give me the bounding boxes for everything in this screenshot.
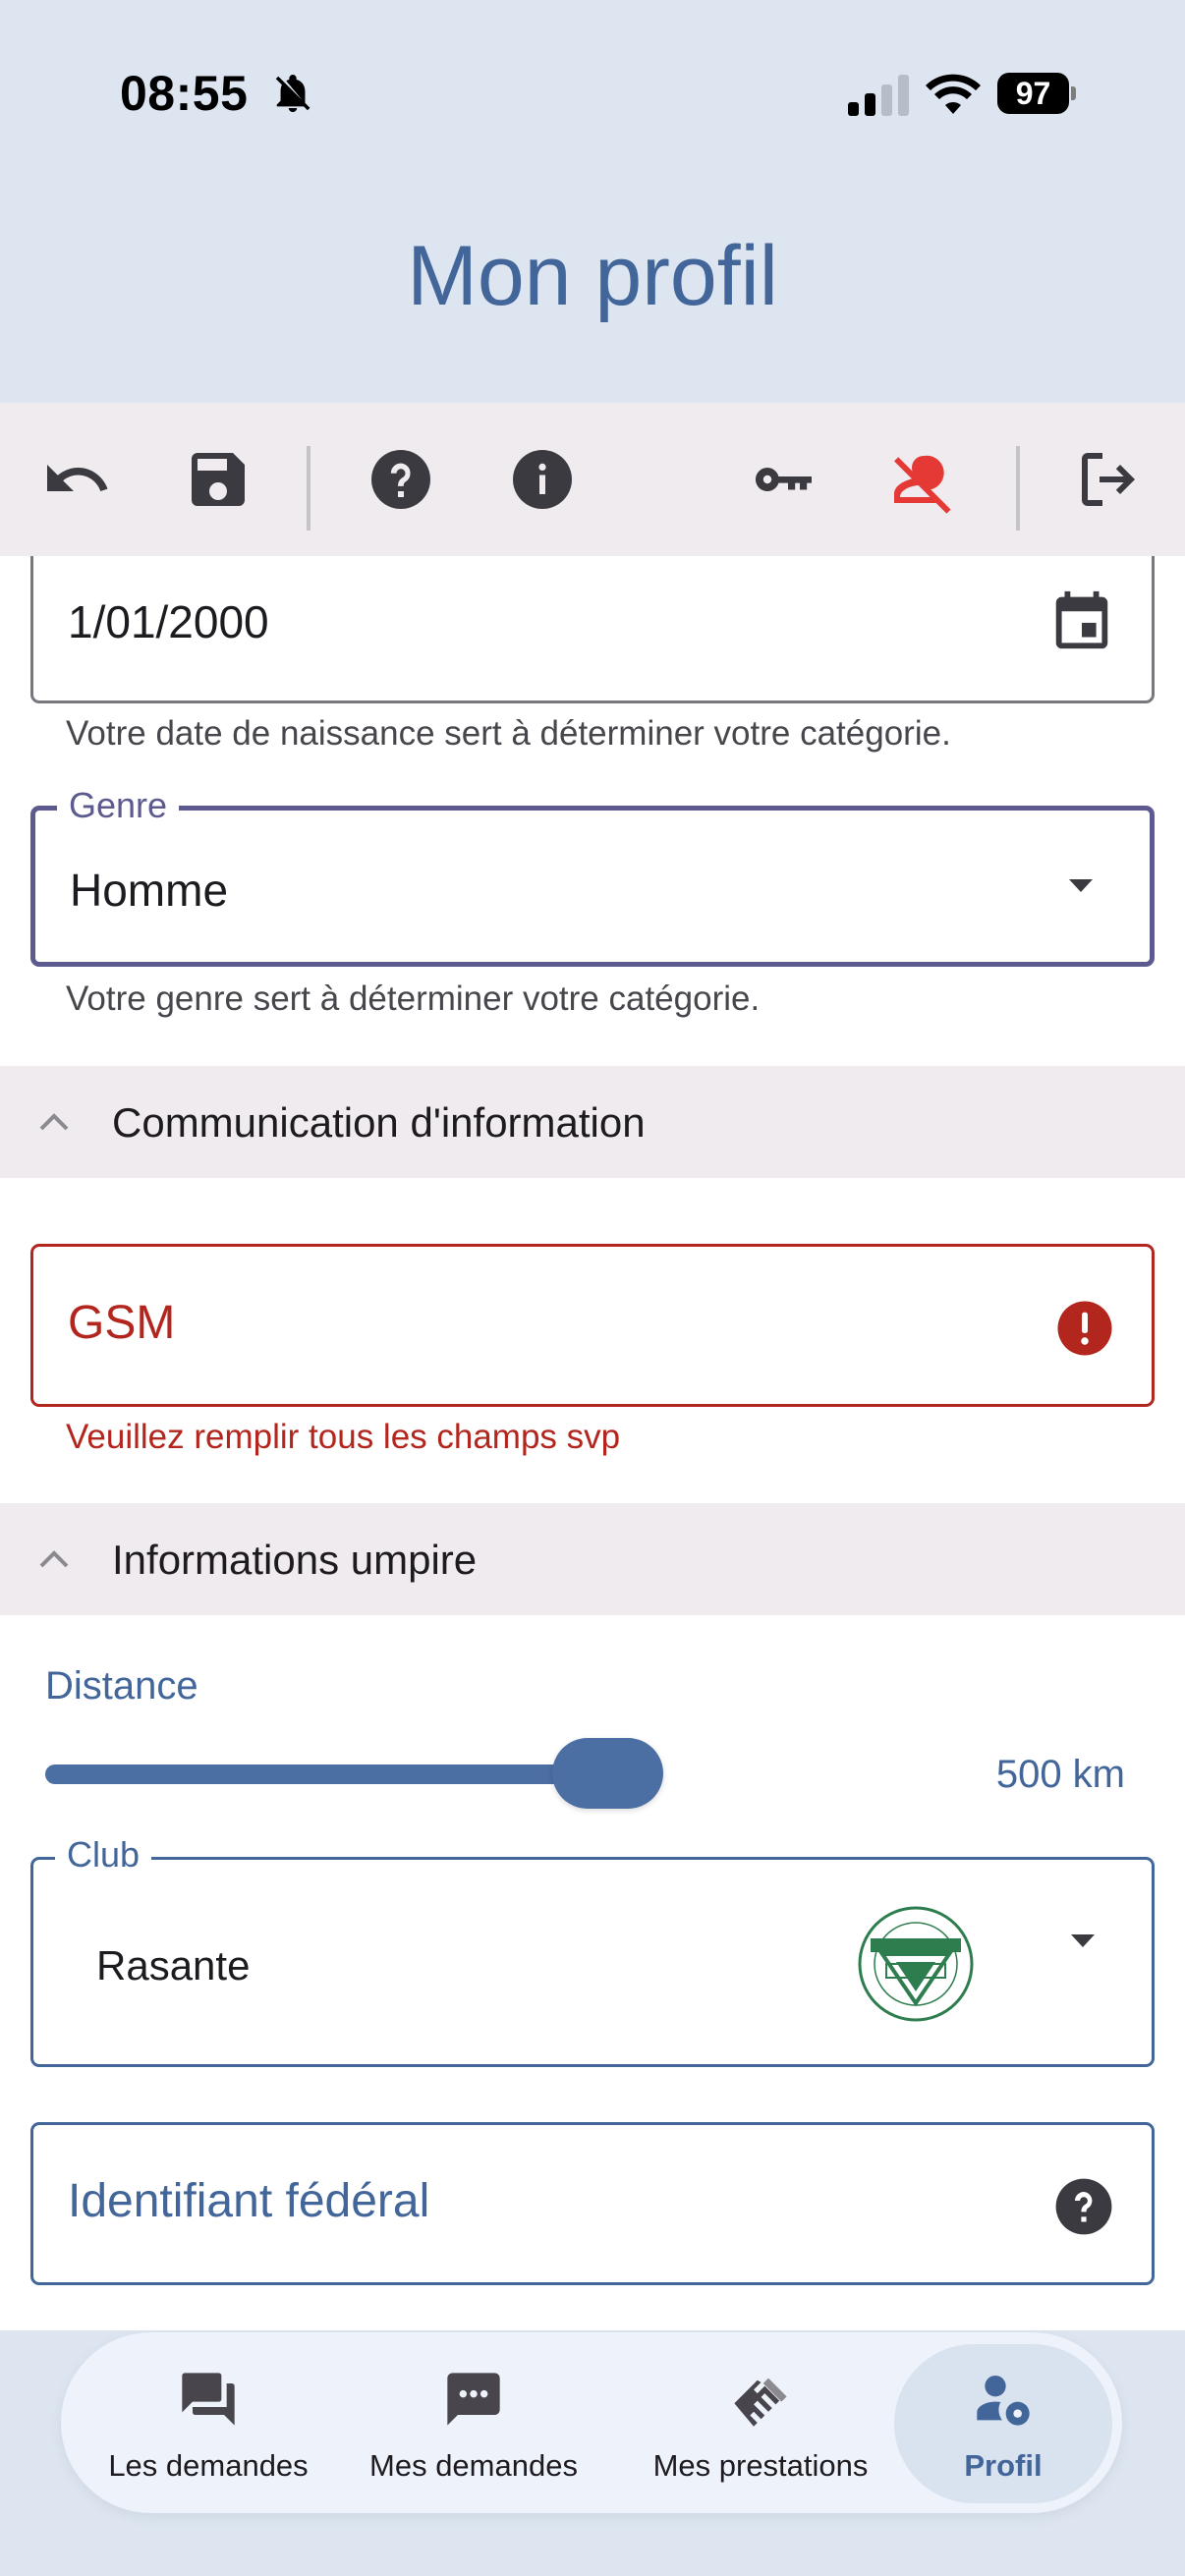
genre-value: Homme <box>70 865 229 916</box>
status-time: 08:55 <box>120 66 249 121</box>
undo-button[interactable] <box>41 444 112 515</box>
key-icon <box>755 467 812 491</box>
user-settings-icon <box>977 2376 1030 2426</box>
distance-value: 500 km <box>995 1753 1125 1796</box>
gsm-input[interactable]: GSM <box>30 1244 1155 1407</box>
club-value: Rasante <box>96 1942 251 1988</box>
club-select[interactable]: Club Rasante <box>30 1834 1155 2067</box>
battery-level: 97 <box>997 73 1069 114</box>
app-header: 08:55 97 Mon profil <box>0 0 1185 403</box>
nav-mes-demandes[interactable]: Mes demandes <box>356 2332 592 2513</box>
birthdate-value: 1/01/2000 <box>68 596 269 647</box>
genre-label: Genre <box>57 785 180 826</box>
save-button[interactable] <box>183 444 254 515</box>
battery-indicator: 97 <box>997 73 1076 114</box>
nav-mes-prestations[interactable]: Mes prestations <box>643 2332 878 2513</box>
chat-icon <box>447 2373 500 2426</box>
federal-id-input[interactable]: Identifiant fédéral <box>30 2122 1155 2285</box>
gsm-label: GSM <box>68 1297 176 1349</box>
chevron-up-icon <box>39 1550 69 1568</box>
bell-off-icon <box>275 75 310 113</box>
nav-les-demandes[interactable]: Les demandes <box>100 2332 316 2513</box>
birthdate-helper: Votre date de naissance sert à détermine… <box>66 714 951 753</box>
delete-account-button[interactable] <box>888 444 959 515</box>
nav-label: Profil <box>964 2448 1043 2483</box>
calendar-icon[interactable] <box>1047 586 1116 654</box>
club-label: Club <box>55 1834 152 1876</box>
help-icon[interactable] <box>1053 2176 1114 2237</box>
genre-helper: Votre genre sert à déterminer votre caté… <box>66 980 761 1018</box>
cellular-signal-icon <box>848 75 909 116</box>
user-off-icon <box>894 455 951 514</box>
help-button[interactable] <box>366 444 436 515</box>
section-communication-header[interactable]: Communication d'information <box>0 1066 1185 1178</box>
nav-label: Les demandes <box>108 2448 309 2483</box>
change-password-button[interactable] <box>747 444 818 515</box>
help-icon <box>371 450 430 509</box>
distance-slider-handle[interactable] <box>552 1738 663 1809</box>
page-title: Mon profil <box>407 229 778 323</box>
info-button[interactable] <box>507 444 578 515</box>
section-communication-label: Communication d'information <box>112 1099 646 1146</box>
section-umpire-header[interactable]: Informations umpire <box>0 1503 1185 1615</box>
info-icon <box>513 450 572 509</box>
distance-label: Distance <box>45 1664 198 1708</box>
action-toolbar <box>0 403 1185 556</box>
logout-button[interactable] <box>1073 444 1144 515</box>
undo-icon <box>47 465 108 491</box>
bottom-navigation: Les demandes Mes demandes Mes prestation… <box>61 2332 1122 2513</box>
handshake-icon <box>734 2378 787 2427</box>
chevron-up-icon <box>39 1113 69 1131</box>
battery-nub <box>1071 86 1076 100</box>
save-icon <box>192 453 245 506</box>
error-icon <box>1057 1301 1112 1356</box>
wifi-icon <box>926 74 981 114</box>
chevron-down-icon <box>1071 1934 1095 1947</box>
club-logo <box>858 1906 974 2022</box>
distance-slider-track[interactable] <box>45 1764 615 1784</box>
toolbar-divider <box>307 446 310 531</box>
birthdate-field[interactable]: 1/01/2000 <box>30 556 1155 703</box>
federal-id-label: Identifiant fédéral <box>68 2175 430 2227</box>
toolbar-divider <box>1016 446 1020 531</box>
section-umpire-label: Informations umpire <box>112 1537 478 1583</box>
gsm-error-message: Veuillez remplir tous les champs svp <box>66 1418 621 1456</box>
logout-icon <box>1082 453 1135 506</box>
nav-label: Mes demandes <box>369 2448 578 2483</box>
chevron-down-icon <box>1069 879 1093 892</box>
forum-icon <box>182 2373 235 2426</box>
nav-profil[interactable]: Profil <box>894 2332 1112 2513</box>
nav-label: Mes prestations <box>652 2448 869 2483</box>
genre-select[interactable]: Genre Homme <box>30 785 1155 967</box>
